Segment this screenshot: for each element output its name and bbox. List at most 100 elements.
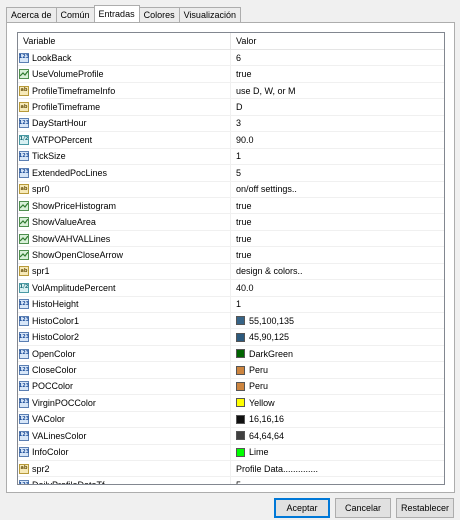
grid-row[interactable]: 123 TickSize 1 [18, 148, 444, 166]
value-cell[interactable]: Profile Data.............. [231, 461, 444, 476]
cancel-button[interactable]: Cancelar [335, 498, 391, 518]
value-cell[interactable]: true [231, 214, 444, 229]
grid-row[interactable]: 123 HistoColor2 45,90,125 [18, 329, 444, 346]
color-swatch[interactable] [236, 398, 245, 408]
ok-button[interactable]: Aceptar [274, 498, 330, 518]
grid-row[interactable]: 123 VAColor 16,16,16 [18, 411, 444, 429]
grid-row[interactable]: 123 VirginPOCColor Yellow [18, 395, 444, 412]
tab-com-n[interactable]: Común [55, 7, 95, 22]
color-swatch[interactable] [236, 414, 245, 424]
value-cell[interactable]: 1 [231, 149, 444, 164]
value-cell[interactable]: Yellow [231, 395, 444, 410]
grid-row[interactable]: ab spr0 on/off settings.. [18, 181, 444, 198]
value-cell[interactable]: 5 [231, 477, 444, 484]
value-cell[interactable]: true [231, 247, 444, 262]
integer-icon: 123 [19, 480, 29, 484]
grid-row[interactable]: ab ProfileTimeframeInfo use D, W, or M [18, 82, 444, 100]
value-cell[interactable]: on/off settings.. [231, 182, 444, 197]
variable-cell: 123 TickSize [18, 148, 231, 165]
grid-row[interactable]: 123DailyProfileDataTf 5 [18, 477, 444, 484]
value-cell[interactable]: 16,16,16 [231, 412, 444, 427]
grid-row[interactable]: 123 ExtendedPocLines 5 [18, 165, 444, 182]
string-icon: ab [19, 102, 29, 113]
integer-icon: 123 [19, 118, 29, 129]
grid-row[interactable]: 1/2 VATPOPercent 90.0 [18, 132, 444, 149]
variable-name: UseVolumeProfile [32, 69, 104, 80]
grid-row[interactable]: 123 InfoColor Lime [18, 444, 444, 461]
grid-row[interactable]: ShowValueArea true [18, 214, 444, 231]
value-cell[interactable]: Lime [231, 445, 444, 460]
grid-row[interactable]: 123 LookBack 6 [18, 50, 444, 67]
value-cell[interactable]: true [231, 66, 444, 81]
color-swatch[interactable] [236, 381, 245, 391]
color-icon: 123 [19, 348, 29, 359]
value-cell[interactable]: Peru [231, 362, 444, 377]
value-cell[interactable]: 45,90,125 [231, 329, 444, 344]
reset-button[interactable]: Restablecer [396, 498, 454, 518]
grid-row[interactable]: ShowVAHVALLines true [18, 230, 444, 248]
double-icon: 1/2 [19, 282, 29, 293]
tab-visualizaci-n[interactable]: Visualización [178, 7, 241, 22]
double-icon: 1/2 [19, 134, 29, 145]
variable-cell: ShowVAHVALLines [18, 230, 231, 247]
color-swatch[interactable] [236, 365, 245, 375]
variable-name: ShowVAHVALLines [32, 233, 111, 244]
variable-name: OpenColor [32, 348, 76, 359]
value-cell[interactable]: Peru [231, 379, 444, 394]
variable-value: 90.0 [236, 134, 254, 145]
variable-cell: 123 LookBack [18, 50, 231, 66]
color-icon: 123 [19, 447, 29, 458]
variable-name: POCColor [32, 381, 74, 392]
grid-row[interactable]: UseVolumeProfile true [18, 66, 444, 83]
variable-cell: 123 POCColor [18, 378, 231, 395]
header-variable[interactable]: Variable [18, 33, 231, 49]
value-cell[interactable]: 90.0 [231, 132, 444, 147]
variable-name: ShowOpenCloseArrow [32, 249, 124, 260]
variable-name: ProfileTimeframe [32, 102, 101, 113]
grid-row[interactable]: ab ProfileTimeframe D [18, 99, 444, 116]
tab-entradas[interactable]: Entradas [93, 5, 140, 22]
grid-row[interactable]: 123 OpenColor DarkGreen [18, 345, 444, 363]
tab-colores[interactable]: Colores [138, 7, 180, 22]
color-swatch[interactable] [236, 447, 245, 457]
value-cell[interactable]: 64,64,64 [231, 428, 444, 443]
value-cell[interactable]: D [231, 99, 444, 114]
grid-row[interactable]: 1/2 VolAmplitudePercent 40.0 [18, 280, 444, 297]
grid-row[interactable]: ab spr1 design & colors.. [18, 263, 444, 281]
header-value[interactable]: Valor [231, 33, 444, 49]
variable-value: design & colors.. [236, 266, 303, 277]
variable-value: true [236, 233, 252, 244]
grid-row[interactable]: ab spr2 Profile Data.............. [18, 460, 444, 478]
grid-row[interactable]: 123 VALinesColor 64,64,64 [18, 428, 444, 445]
value-cell[interactable]: true [231, 231, 444, 246]
value-cell[interactable]: DarkGreen [231, 346, 444, 361]
value-cell[interactable]: 3 [231, 116, 444, 131]
value-cell[interactable]: 55,100,135 [231, 313, 444, 328]
integer-icon: 123 [19, 167, 29, 178]
variable-cell: ShowPriceHistogram [18, 197, 231, 214]
grid-row[interactable]: 123 HistoHeight 1 [18, 296, 444, 313]
value-cell[interactable]: design & colors.. [231, 264, 444, 279]
tab-acerca-de[interactable]: Acerca de [6, 7, 57, 22]
boolean-icon [19, 200, 29, 211]
color-swatch[interactable] [236, 316, 245, 326]
grid-row[interactable]: 123 CloseColor Peru [18, 362, 444, 379]
grid-row[interactable]: 123 DayStartHour 3 [18, 115, 444, 133]
variable-name: ShowValueArea [32, 217, 96, 228]
value-cell[interactable]: 40.0 [231, 280, 444, 295]
value-cell[interactable]: 6 [231, 50, 444, 65]
color-swatch[interactable] [236, 431, 245, 441]
color-swatch[interactable] [236, 332, 245, 342]
grid-row[interactable]: ShowOpenCloseArrow true [18, 247, 444, 264]
value-cell[interactable]: 5 [231, 165, 444, 180]
value-cell[interactable]: true [231, 198, 444, 213]
grid-row[interactable]: ShowPriceHistogram true [18, 197, 444, 215]
color-swatch[interactable] [236, 349, 245, 359]
value-cell[interactable]: use D, W, or M [231, 83, 444, 98]
grid-row[interactable]: 123 HistoColor1 55,100,135 [18, 313, 444, 330]
variable-value: 45,90,125 [249, 332, 290, 343]
value-cell[interactable]: 1 [231, 297, 444, 312]
grid-row[interactable]: 123 POCColor Peru [18, 378, 444, 396]
boolean-icon [19, 249, 29, 260]
variable-name: VolAmplitudePercent [32, 282, 116, 293]
